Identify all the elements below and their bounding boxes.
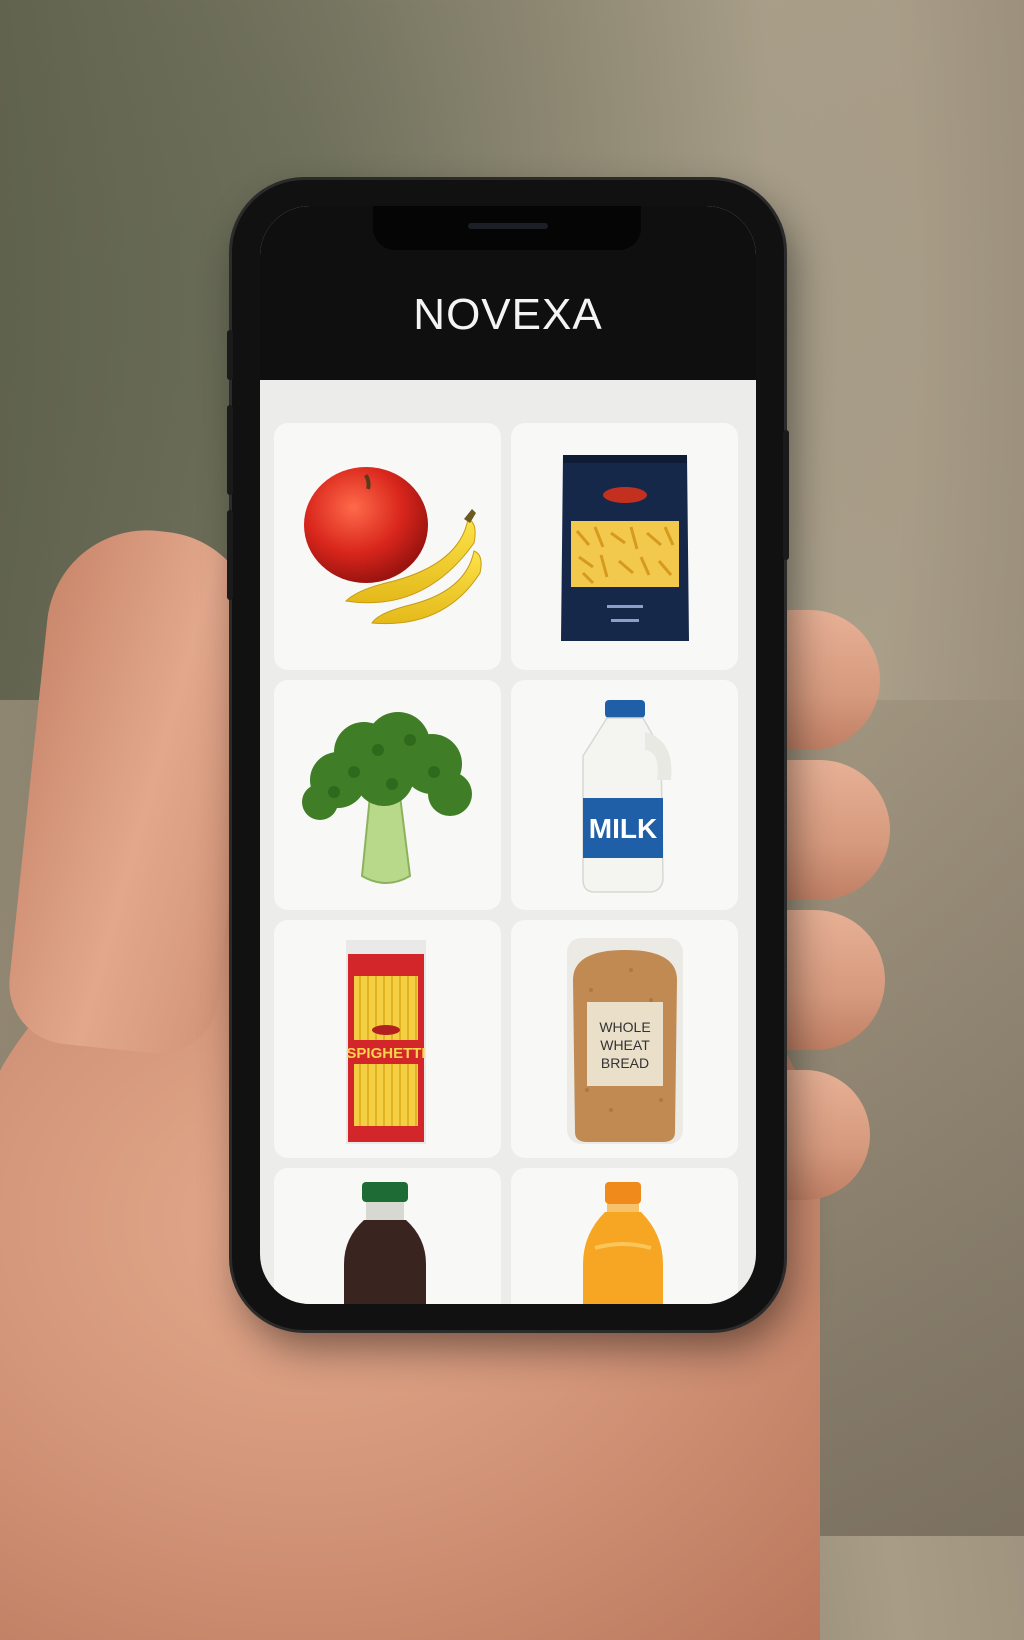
- product-tile-soda[interactable]: [274, 1168, 501, 1304]
- juice-bottle-icon: [583, 1182, 663, 1304]
- product-tile-pasta[interactable]: [511, 423, 738, 670]
- volume-down-button: [227, 510, 233, 600]
- product-tile-milk[interactable]: MILK: [511, 680, 738, 910]
- camera-icon: [468, 223, 548, 229]
- milk-jug-icon: MILK: [582, 700, 672, 893]
- product-tile-juice[interactable]: [511, 1168, 738, 1304]
- notch: [373, 206, 641, 250]
- broccoli-icon: [302, 712, 472, 884]
- bread-label-line3: BREAD: [601, 1055, 649, 1071]
- apple-banana-icon: [304, 467, 482, 625]
- spaghetti-label: SPIGHETTI: [346, 1045, 425, 1062]
- pasta-bag-icon: [561, 455, 689, 641]
- soda-bottle-icon: [344, 1182, 426, 1304]
- silent-switch: [227, 330, 233, 380]
- phone-screen: NOVEXA MILK SPIGHETTI WHOLE WHEAT BREAD: [260, 206, 756, 1304]
- product-tile-broccoli[interactable]: [274, 680, 501, 910]
- product-tile-fruit[interactable]: [274, 423, 501, 670]
- bread-label-line2: WHEAT: [600, 1037, 650, 1053]
- power-button: [783, 430, 789, 560]
- bread-loaf-icon: WHOLE WHEAT BREAD: [567, 938, 683, 1144]
- spaghetti-pack-icon: SPIGHETTI: [346, 940, 426, 1144]
- milk-label: MILK: [589, 813, 657, 844]
- product-tile-spaghetti[interactable]: SPIGHETTI: [274, 920, 501, 1158]
- product-tile-bread[interactable]: WHOLE WHEAT BREAD: [511, 920, 738, 1158]
- app-header: NOVEXA: [260, 206, 756, 380]
- phone-device: NOVEXA MILK SPIGHETTI WHOLE WHEAT BREAD: [227, 180, 789, 1330]
- app-title: NOVEXA: [413, 290, 603, 339]
- volume-up-button: [227, 405, 233, 495]
- bread-label-line1: WHOLE: [599, 1019, 650, 1035]
